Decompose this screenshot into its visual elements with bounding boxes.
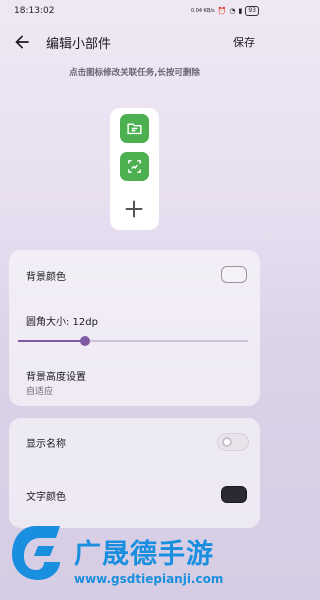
text-color-label: 文字颜色 [26, 492, 66, 503]
corner-radius-label: 圆角大小: 12dp [26, 317, 98, 328]
slider-thumb[interactable] [79, 336, 90, 346]
watermark-brand: 广晟德手游 [74, 539, 214, 570]
bg-color-swatch[interactable] [221, 266, 247, 283]
app-bar: 编辑小部件 保存 [0, 24, 269, 60]
hint-text: 点击图标修改关联任务,长按可删除 [69, 68, 200, 78]
folder-icon [127, 123, 142, 135]
battery-icon: 93 [245, 6, 259, 16]
task-icon-folder[interactable] [120, 114, 149, 143]
bg-color-label: 背景颜色 [26, 272, 66, 283]
alarm-icon: ⏰ [217, 7, 227, 15]
show-name-label: 显示名称 [26, 439, 66, 450]
status-bar: 18:13:02 0.04 KB/s ⏰ ◔ ▮ 93 [0, 0, 269, 22]
corner-radius-slider[interactable] [18, 336, 248, 346]
bg-height-setting-row[interactable] [9, 358, 260, 402]
net-speed: 0.04 KB/s [190, 8, 215, 14]
status-time: 18:13:02 [14, 6, 55, 16]
show-name-toggle[interactable] [217, 433, 249, 451]
text-color-swatch[interactable] [221, 486, 247, 503]
status-icons: 0.04 KB/s ⏰ ◔ ▮ 93 [191, 6, 259, 16]
scan-icon [128, 160, 141, 173]
watermark-logo [12, 526, 60, 580]
toggle-knob [222, 437, 232, 447]
signal-icon: ▮ [238, 7, 243, 15]
back-arrow-icon[interactable] [12, 32, 32, 52]
save-button[interactable]: 保存 [233, 34, 255, 50]
wifi-icon: ◔ [229, 7, 236, 15]
slider-fill [18, 340, 85, 342]
watermark-url: www.gsdtiepianji.com [74, 572, 224, 586]
add-icon[interactable] [123, 198, 145, 220]
widget-icon-panel [110, 108, 159, 230]
task-icon-scan[interactable] [120, 152, 149, 181]
page-title: 编辑小部件 [46, 37, 112, 52]
